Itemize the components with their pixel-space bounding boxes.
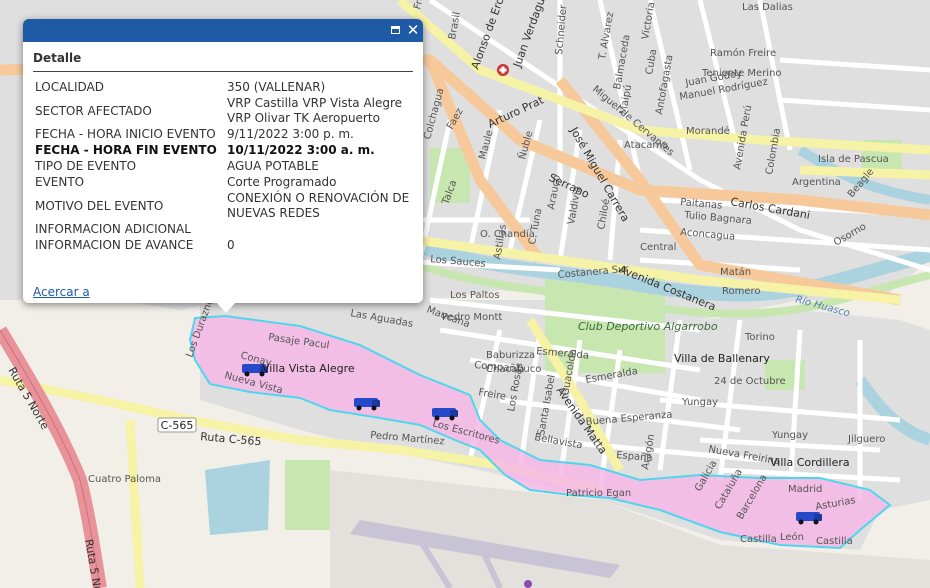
close-button[interactable]: ✕ (405, 22, 421, 38)
road-shield-c565: C-565 (157, 417, 197, 433)
place-label-ballenary: Villa de Ballenary (674, 352, 770, 365)
street-label: Central (640, 242, 676, 253)
attr-key: TIPO DE EVENTO (35, 159, 137, 173)
street-label: Castilla (740, 534, 777, 545)
street-label: Atacama (624, 140, 668, 151)
popup-body: Detalle LOCALIDAD 350 (VALLENAR) SECTOR … (23, 42, 423, 254)
attr-key: MOTIVO DEL EVENTO (35, 198, 164, 213)
attr-value: Corte Programado (227, 175, 337, 189)
street-label: Romero (722, 286, 761, 297)
street-label: Morandé (686, 125, 730, 137)
attr-value (225, 222, 413, 238)
attr-row: TIPO DE EVENTO AGUA POTABLE (33, 159, 413, 175)
street-label: Torino (744, 332, 775, 343)
attr-key: EVENTO (35, 175, 85, 189)
attr-key: FECHA - HORA FIN EVENTO (35, 143, 217, 157)
attr-value: VRP Castilla VRP Vista Alegre VRP Olivar… (227, 96, 403, 125)
street-label: Matán (720, 266, 751, 278)
attr-key: SECTOR AFECTADO (35, 103, 152, 118)
shield-label: C-565 (161, 419, 194, 432)
attr-row: SECTOR AFECTADO VRP Castilla VRP Vista A… (33, 96, 413, 127)
attribute-table: LOCALIDAD 350 (VALLENAR) SECTOR AFECTADO… (33, 80, 413, 254)
attr-value: 350 (VALLENAR) (227, 80, 326, 94)
attr-key: FECHA - HORA INICIO EVENTO (35, 127, 216, 141)
attr-row: INFORMACION ADICIONAL (33, 222, 413, 238)
street-label: Argentina (792, 177, 841, 188)
close-icon: ✕ (406, 21, 420, 39)
popup-pointer (216, 302, 236, 313)
street-label: Yungay (681, 397, 718, 408)
popup-title: Detalle (33, 48, 413, 72)
attr-row: INFORMACION DE AVANCE 0 (33, 238, 413, 254)
place-label-vista-alegre: Villa Vista Alegre (262, 362, 355, 375)
attr-row: MOTIVO DEL EVENTO CONEXIÓN O RENOVACIÓN … (33, 191, 413, 222)
street-label: León (780, 531, 804, 543)
maximize-button[interactable] (387, 22, 403, 38)
street-label: Jilguero (847, 434, 885, 445)
attr-row: EVENTO Corte Programado (33, 175, 413, 191)
street-label: Isla de Pascua (818, 154, 889, 165)
attr-row: FECHA - HORA FIN EVENTO 10/11/2022 3:00 … (33, 143, 413, 159)
street-label: Ramón Freire (710, 47, 776, 59)
street-label: Las Dalias (742, 2, 793, 13)
place-label-club: Club Deportivo Algarrobo (578, 320, 718, 333)
attr-value: 0 (227, 238, 235, 252)
popup-header: ✕ (23, 19, 423, 42)
attr-key: LOCALIDAD (35, 80, 104, 94)
attr-value: 10/11/2022 3:00 a. m. (227, 143, 375, 157)
street-label: Los Paltos (450, 290, 500, 301)
attr-key: INFORMACION ADICIONAL (35, 222, 191, 236)
attr-row: LOCALIDAD 350 (VALLENAR) (33, 80, 413, 96)
street-label: Baburizza (486, 350, 535, 361)
street-label: Patricio Egan (566, 488, 631, 499)
hospital-icon (497, 64, 509, 76)
attr-value: CONEXIÓN O RENOVACIÓN DE NUEVAS REDES (227, 191, 410, 220)
park (285, 460, 330, 530)
place-label-cordillera: Villa Cordillera (770, 456, 850, 469)
zoom-to-link[interactable]: Acercar a (33, 285, 90, 299)
detail-popup: ✕ Detalle LOCALIDAD 350 (VALLENAR) SECTO… (23, 19, 423, 313)
place-label: Cuatro Paloma (88, 474, 161, 485)
street-label: Yungay (771, 430, 808, 441)
attr-value: AGUA POTABLE (227, 159, 319, 173)
attr-value: 9/11/2022 3:00 p. m. (227, 127, 354, 141)
street-label: Castilla (816, 536, 853, 547)
maximize-icon (390, 26, 400, 34)
street-label: Madrid (788, 484, 822, 495)
attr-key: INFORMACION DE AVANCE (35, 238, 194, 252)
airport-marker-icon (524, 580, 532, 588)
reservoir (205, 460, 270, 535)
attr-row: FECHA - HORA INICIO EVENTO 9/11/2022 3:0… (33, 127, 413, 143)
street-label: 24 de Octubre (714, 376, 786, 387)
